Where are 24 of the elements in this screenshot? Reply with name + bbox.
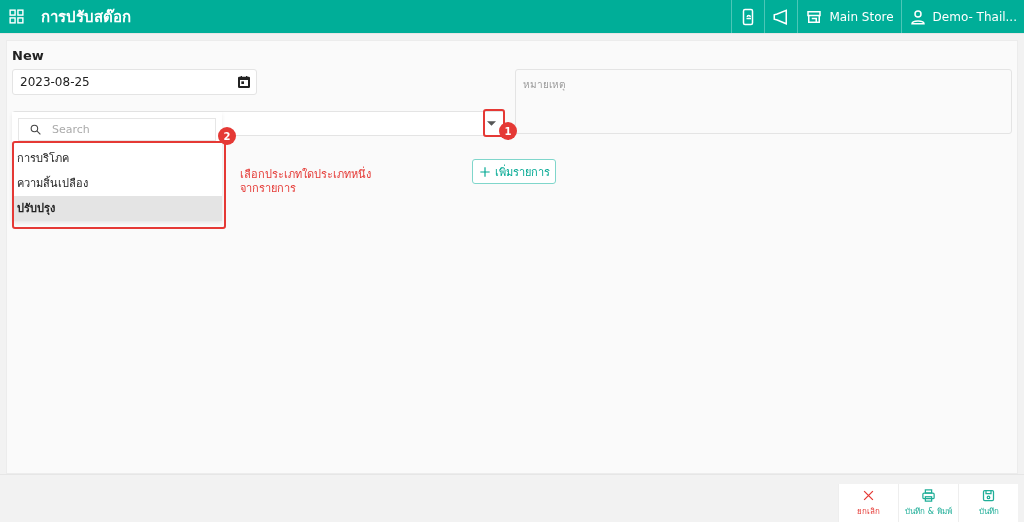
cancel-button[interactable]: ยกเลิก [838, 484, 898, 522]
user-button[interactable]: Demo- Thail... [900, 0, 1024, 33]
dropdown-option[interactable]: ปรับปรุง [12, 196, 222, 221]
save-button[interactable]: บันทึก [958, 484, 1018, 522]
print-button[interactable]: บันทึก & พิมพ์ [898, 484, 958, 522]
annotation-note: เลือกประเภทใดประเภทหนึ่ง จากรายการ [240, 168, 371, 196]
calendar-icon [236, 74, 252, 90]
store-button[interactable]: Main Store [797, 0, 901, 33]
form-heading: New [12, 48, 45, 63]
user-icon [908, 7, 927, 26]
close-icon [861, 488, 876, 503]
step-badge: 1 [499, 122, 517, 140]
menu-button[interactable] [6, 8, 27, 25]
menu-icon [8, 8, 25, 25]
add-item-button[interactable]: เพิ่มรายการ [472, 159, 556, 184]
note-field[interactable]: หมายเหตุ [515, 69, 1012, 134]
printer-icon [921, 488, 936, 503]
date-field[interactable]: 2023-08-25 [12, 69, 257, 95]
page-title: การปรับสต๊อก [41, 6, 131, 28]
search-field[interactable]: Search [18, 118, 216, 141]
caret-icon [487, 121, 496, 126]
dropdown-option[interactable]: ความสิ้นเปลือง [12, 171, 222, 196]
dropdown-option[interactable]: การบริโภค [12, 146, 222, 171]
plus-icon [478, 164, 492, 179]
